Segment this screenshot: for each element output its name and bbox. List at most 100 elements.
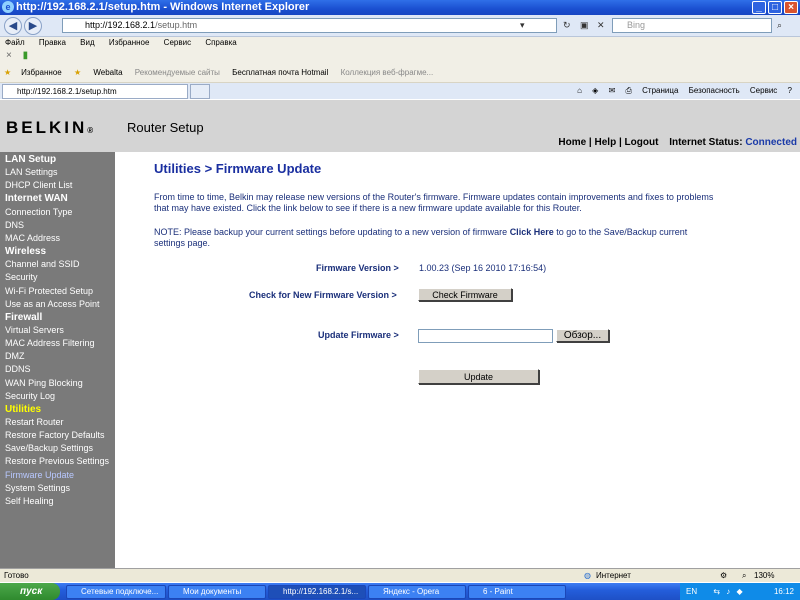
mail-icon[interactable]: ✉	[609, 86, 616, 95]
sidebar-item-wan-ping-blocking[interactable]: WAN Ping Blocking	[5, 378, 83, 388]
command-bar: ⌂ ◈ ✉ ⎙ Страница Безопасность Сервис ?	[569, 83, 792, 99]
sidebar-section-utilities: Utilities	[5, 403, 42, 415]
check-firmware-label: Check for New Firmware Version >	[249, 290, 397, 300]
favorites-button[interactable]: Избранное	[21, 68, 62, 77]
start-button[interactable]: пуск	[0, 583, 60, 600]
sidebar-item-system-settings[interactable]: System Settings	[5, 483, 70, 493]
fav-item-webalta[interactable]: Webalta	[93, 68, 122, 77]
rss-icon[interactable]: ◈	[592, 86, 598, 95]
sidebar-section-internet-wan: Internet WAN	[5, 193, 68, 205]
click-here-link[interactable]: Click Here	[510, 227, 554, 237]
favorites-bar: ★ Избранное ★ Webalta Рекомендуемые сайты…	[0, 63, 800, 83]
sidebar-item-dmz[interactable]: DMZ	[5, 351, 25, 361]
internet-status-value: Connected	[745, 137, 797, 148]
window-title-bar: e http://192.168.2.1/setup.htm - Windows…	[0, 0, 800, 15]
fav-item-suggested[interactable]: Рекомендуемые сайты	[135, 68, 220, 77]
internet-status-label: Internet Status:	[669, 137, 743, 148]
zoom-level[interactable]: 130%	[754, 569, 774, 583]
browser-tab[interactable]: http://192.168.2.1/setup.htm	[2, 84, 188, 99]
browse-button[interactable]: Обзор...	[556, 329, 609, 342]
home-help-logout-links[interactable]: Home | Help | Logout	[558, 137, 658, 148]
sidebar-item-firmware-update[interactable]: Firmware Update	[5, 470, 74, 480]
sidebar-item-security[interactable]: Security	[5, 272, 38, 282]
fav-item-gallery[interactable]: Коллекция веб-фрагме...	[341, 68, 434, 77]
tray-network-icon[interactable]: ⇆	[713, 587, 720, 596]
sidebar-item-dns[interactable]: DNS	[5, 220, 24, 230]
task-ie[interactable]: http://192.168.2.1/s...	[268, 585, 366, 599]
search-icon[interactable]: ⌕	[777, 18, 782, 33]
sidebar-section-firewall: Firewall	[5, 311, 43, 323]
minimize-button[interactable]: _	[752, 1, 766, 14]
sidebar-item-self-healing[interactable]: Self Healing	[5, 496, 54, 506]
sidebar-item-ddns[interactable]: DDNS	[5, 364, 31, 374]
sidebar-item-mac-address[interactable]: MAC Address	[5, 233, 60, 243]
search-input[interactable]: Bing	[612, 18, 772, 33]
new-tab-button[interactable]	[190, 84, 210, 99]
tray-shield-icon[interactable]: ◆	[737, 587, 743, 596]
maximize-button[interactable]: □	[768, 1, 782, 14]
update-firmware-label: Update Firmware >	[318, 330, 399, 340]
fav-item-hotmail[interactable]: Бесплатная почта Hotmail	[232, 68, 328, 77]
compat-icon[interactable]: ▣	[580, 18, 589, 33]
close-button[interactable]: ×	[784, 1, 798, 14]
sidebar-item-use-as-an-access-point[interactable]: Use as an Access Point	[5, 299, 100, 309]
sidebar-item-restart-router[interactable]: Restart Router	[5, 417, 64, 427]
app-title: Router Setup	[127, 120, 204, 135]
menu-file[interactable]: Файл	[5, 38, 25, 47]
menu-bar: Файл Правка Вид Избранное Сервис Справка	[0, 37, 800, 49]
close-toolbar-icon[interactable]: ×	[6, 50, 12, 61]
menu-view[interactable]: Вид	[80, 38, 94, 47]
home-icon[interactable]: ⌂	[577, 86, 582, 95]
print-icon[interactable]: ⎙	[626, 86, 632, 95]
tab-row: http://192.168.2.1/setup.htm ⌂ ◈ ✉ ⎙ Стр…	[0, 83, 800, 99]
sidebar-item-lan-settings[interactable]: LAN Settings	[5, 167, 58, 177]
language-indicator[interactable]: EN	[686, 587, 697, 596]
command-tools[interactable]: Сервис	[750, 86, 777, 95]
sidebar-section-wireless: Wireless	[5, 246, 47, 258]
clock: 16:12	[773, 587, 794, 596]
sidebar-item-channel-and-ssid[interactable]: Channel and SSID	[5, 259, 80, 269]
sidebar-item-connection-type[interactable]: Connection Type	[5, 207, 72, 217]
forward-icon[interactable]: ▶	[24, 17, 42, 35]
menu-help[interactable]: Справка	[205, 38, 236, 47]
update-button[interactable]: Update	[418, 369, 539, 384]
firmware-file-input[interactable]	[418, 329, 553, 343]
sidebar-item-security-log[interactable]: Security Log	[5, 391, 55, 401]
task-opera[interactable]: Яндекс - Opera	[368, 585, 466, 599]
sidebar-item-restore-factory-defaults[interactable]: Restore Factory Defaults	[5, 430, 105, 440]
status-bar: Готово ◍ Интернет ⚙ ⌕ 130%	[0, 568, 800, 582]
menu-favorites[interactable]: Избранное	[109, 38, 150, 47]
add-favorite-icon[interactable]: ★	[74, 68, 81, 77]
check-firmware-button[interactable]: Check Firmware	[418, 288, 512, 301]
internet-zone-icon: ◍	[584, 571, 591, 580]
address-input[interactable]: http://192.168.2.1/setup.htm	[62, 18, 557, 33]
page-title: Utilities > Firmware Update	[154, 161, 322, 176]
sidebar-item-dhcp-client-list[interactable]: DHCP Client List	[5, 180, 72, 190]
sidebar-item-wi-fi-protected-setup[interactable]: Wi-Fi Protected Setup	[5, 286, 93, 296]
header-links: Home | Help | Logout Internet Status: Co…	[558, 137, 797, 148]
menu-edit[interactable]: Правка	[39, 38, 66, 47]
task-paint[interactable]: 6 - Paint	[468, 585, 566, 599]
favorites-star-icon: ★	[4, 68, 12, 77]
sidebar-item-restore-previous-settings[interactable]: Restore Previous Settings	[5, 456, 109, 466]
zoom-icon[interactable]: ⌕	[742, 569, 746, 583]
command-security[interactable]: Безопасность	[689, 86, 740, 95]
signal-icon: ▮	[22, 50, 29, 61]
go-icon[interactable]: ▾	[520, 18, 525, 33]
refresh-icon[interactable]: ↻	[563, 18, 571, 33]
sidebar-item-mac-address-filtering[interactable]: MAC Address Filtering	[5, 338, 95, 348]
status-text: Готово	[4, 571, 29, 580]
task-documents[interactable]: Мои документы	[168, 585, 266, 599]
sidebar-item-virtual-servers[interactable]: Virtual Servers	[5, 325, 64, 335]
stop-icon[interactable]: ✕	[597, 18, 605, 33]
help-icon[interactable]: ?	[788, 86, 792, 95]
tray-volume-icon[interactable]: ♪	[726, 587, 730, 596]
back-icon[interactable]: ◀	[4, 17, 22, 35]
window-title: http://192.168.2.1/setup.htm - Windows I…	[16, 1, 310, 13]
command-page[interactable]: Страница	[642, 86, 678, 95]
menu-tools[interactable]: Сервис	[164, 38, 191, 47]
firmware-version-value: 1.00.23 (Sep 16 2010 17:16:54)	[419, 263, 547, 273]
sidebar-item-save-backup-settings[interactable]: Save/Backup Settings	[5, 443, 93, 453]
protected-mode-icon[interactable]: ⚙	[720, 569, 727, 583]
task-network[interactable]: Сетевые подключе...	[66, 585, 166, 599]
